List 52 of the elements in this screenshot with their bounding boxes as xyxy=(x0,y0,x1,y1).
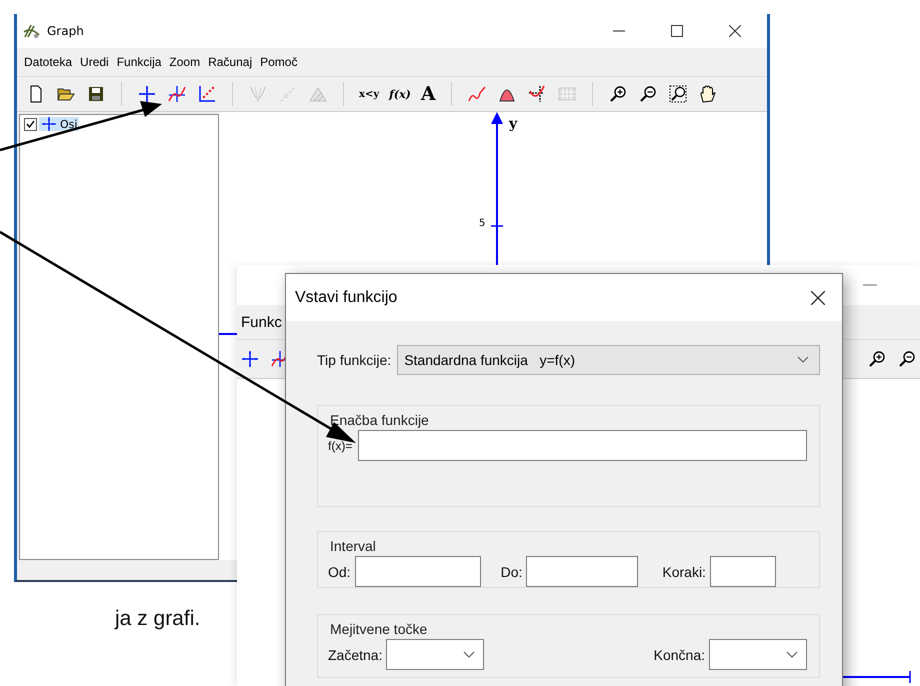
tree-item[interactable]: Osi xyxy=(39,117,80,131)
menu-item[interactable]: Računaj xyxy=(208,55,252,69)
toolbar-button[interactable]: A xyxy=(418,81,439,107)
tick-label: 5 xyxy=(479,218,486,229)
axis-label: y xyxy=(509,116,518,132)
input-field[interactable] xyxy=(526,556,638,587)
field-label: Začetna: xyxy=(328,646,382,662)
close-icon[interactable] xyxy=(729,25,741,37)
axes-icon xyxy=(41,117,57,131)
menu-item[interactable]: Pomoč xyxy=(260,55,298,69)
function-type-dropdown[interactable]: Standardna funkcija y=f(x) xyxy=(397,345,820,375)
field-label: f(x)= xyxy=(328,438,352,452)
window-title: Graph xyxy=(47,24,84,38)
point-series-icon[interactable] xyxy=(198,85,216,103)
group-title: Interval xyxy=(328,538,378,554)
chevron-down-icon xyxy=(797,356,809,364)
toolbar-button[interactable]: f(x) xyxy=(386,81,414,107)
axes-icon[interactable] xyxy=(138,85,156,103)
group-title: Mejitvene točke xyxy=(328,621,430,637)
menu-item[interactable]: Funkc xyxy=(241,314,282,330)
function-graph-icon[interactable] xyxy=(168,85,186,103)
group-title: Enačba funkcije xyxy=(328,412,431,428)
toolbar-button[interactable]: x<y xyxy=(356,81,382,107)
field-label: Koraki: xyxy=(662,564,706,580)
dropdown[interactable] xyxy=(709,639,807,670)
field-label: Od: xyxy=(328,564,351,580)
field-label: Tip funkcije: xyxy=(317,352,392,368)
input-field[interactable] xyxy=(354,556,481,587)
maximize-icon[interactable] xyxy=(671,25,683,37)
curve-fit-icon[interactable] xyxy=(528,85,546,103)
zoom-out-icon[interactable] xyxy=(638,85,657,103)
menu-item[interactable]: Uredi xyxy=(80,55,109,69)
menu-item[interactable]: Datoteka xyxy=(24,55,72,69)
equation-field[interactable] xyxy=(358,430,807,461)
menu-item[interactable]: Zoom xyxy=(169,55,200,69)
zoom-in-icon[interactable] xyxy=(608,85,627,103)
hand-icon[interactable] xyxy=(698,85,717,103)
field-label: Do: xyxy=(500,564,522,580)
menu-item[interactable]: Funkcija xyxy=(116,55,162,69)
zoom-box-icon[interactable] xyxy=(668,85,687,103)
curve-icon[interactable] xyxy=(468,85,486,103)
dialog-title: Vstavi funkcijo xyxy=(295,288,398,306)
chevron-down-icon xyxy=(463,650,476,658)
graph-logo-icon xyxy=(23,23,41,39)
document-text: ja z grafi. xyxy=(115,607,200,631)
field-label: Končna: xyxy=(654,646,705,662)
close-icon[interactable] xyxy=(811,290,825,304)
checkbox[interactable] xyxy=(24,118,37,130)
dropdown[interactable] xyxy=(386,639,484,670)
chevron-down-icon xyxy=(786,650,798,658)
input-field[interactable] xyxy=(710,556,776,587)
graph-axis xyxy=(842,671,912,683)
